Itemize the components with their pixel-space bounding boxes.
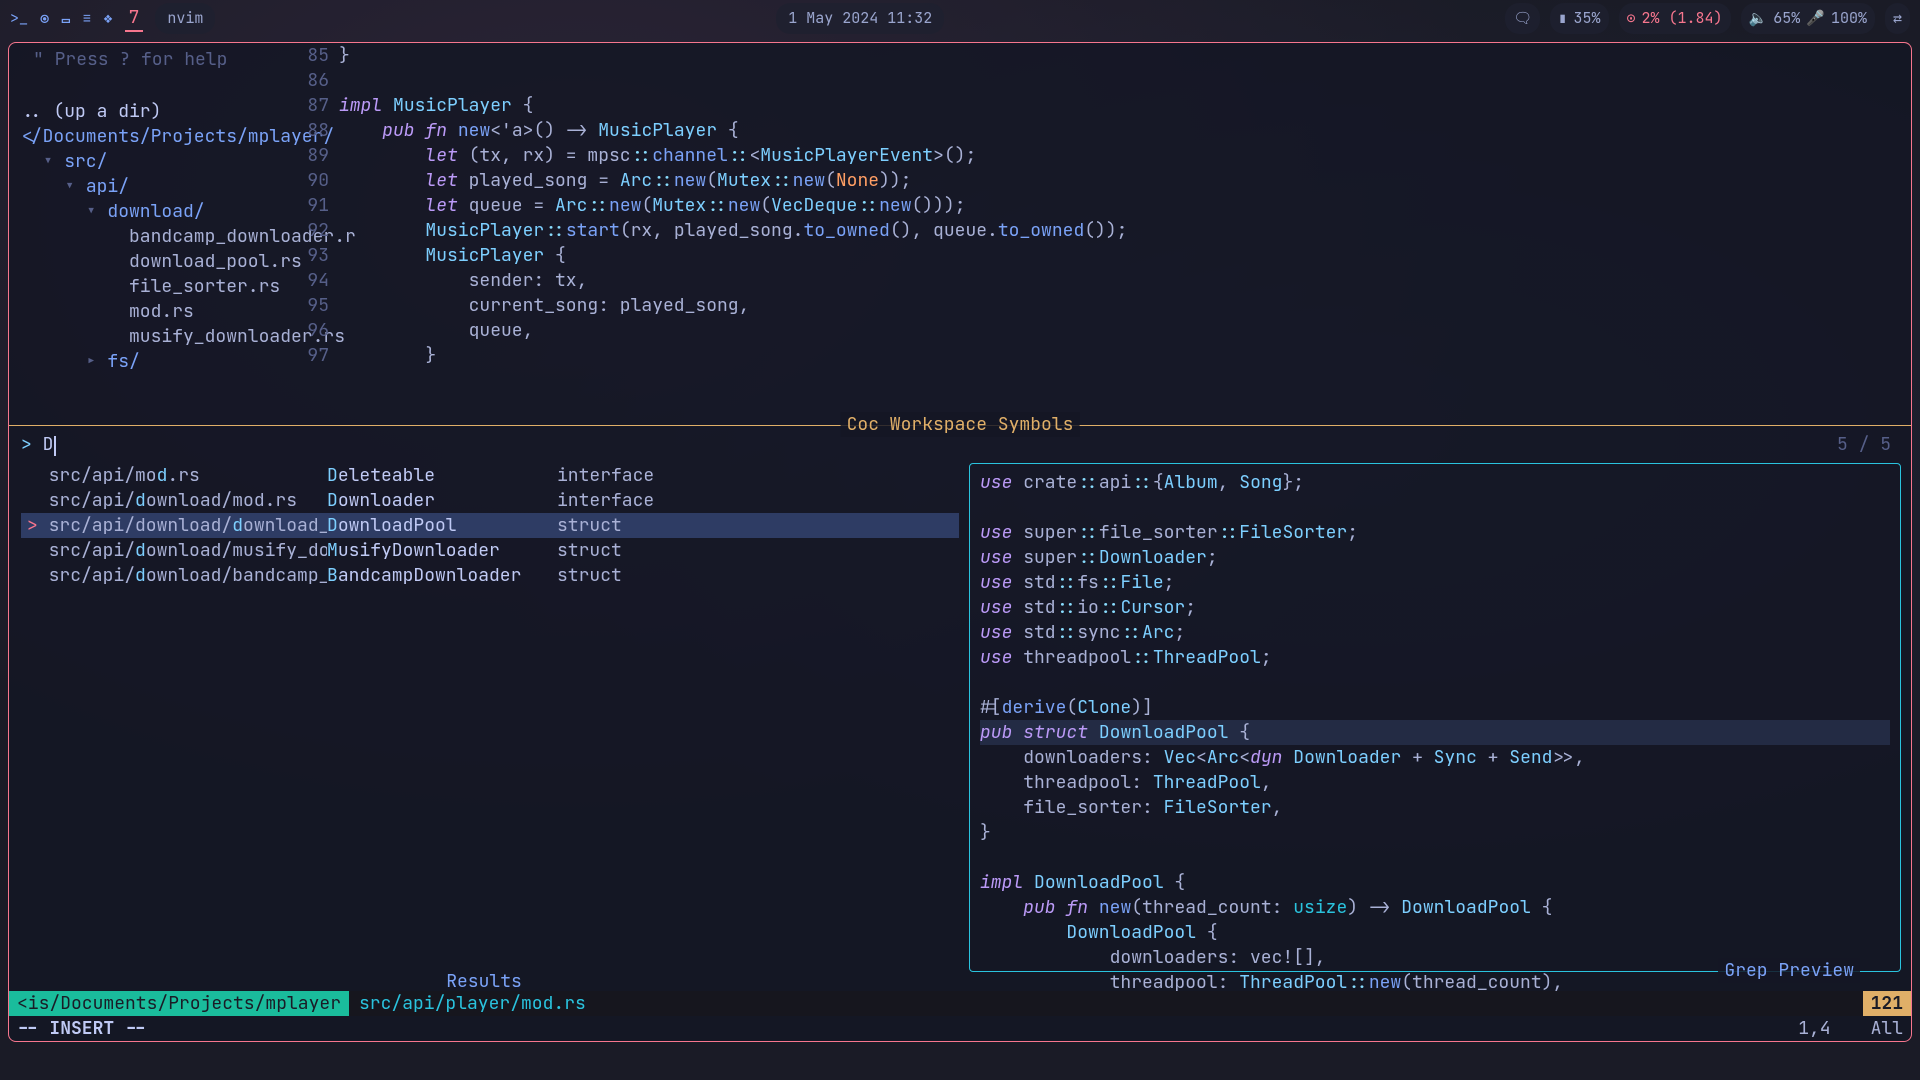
- code-line[interactable]: 92 MusicPlayer::start(rx, played_song.to…: [299, 218, 1911, 243]
- nvim-window: " Press ? for help .. (up a dir) </Docum…: [8, 42, 1912, 1042]
- code-line[interactable]: 85}: [299, 43, 1911, 68]
- code-line[interactable]: 96 queue,: [299, 318, 1911, 343]
- code-line[interactable]: 94 sender: tx,: [299, 268, 1911, 293]
- preview-line: use super::file_sorter::FileSorter;: [980, 520, 1890, 545]
- mode-line: -- INSERT -- 1,4 All: [9, 1016, 1911, 1041]
- preview-line: [980, 670, 1890, 695]
- tree-file[interactable]: musify_downloader.rs: [21, 324, 287, 349]
- code-line[interactable]: 91 let queue = Arc::new(Mutex::new(VecDe…: [299, 193, 1911, 218]
- code-line[interactable]: 97 }: [299, 343, 1911, 368]
- picker-row[interactable]: src/api/download/musify_downl…MusifyDown…: [21, 538, 959, 563]
- picker-prompt: >: [21, 432, 32, 457]
- picker-row[interactable]: src/api/download/mod.rsDownloaderinterfa…: [21, 488, 959, 513]
- preview-line: pub fn new(thread_count: usize) -> Downl…: [980, 895, 1890, 920]
- preview-line: #[derive(Clone)]: [980, 695, 1890, 720]
- preview-line: }: [980, 820, 1890, 845]
- tree-file[interactable]: mod.rs: [21, 299, 287, 324]
- battery-indicator: ▮ 35%: [1550, 3, 1608, 34]
- preview-line: impl DownloadPool {: [980, 870, 1890, 895]
- code-editor[interactable]: 85}8687impl MusicPlayer {88 pub fn new<'…: [299, 43, 1911, 363]
- preview-line: downloaders: Vec<Arc<dyn Downloader + Sy…: [980, 745, 1890, 770]
- volume-indicator: 🔈65% 🎤100%: [1741, 3, 1875, 34]
- preview-line: file_sorter: FileSorter,: [980, 795, 1890, 820]
- files-icon[interactable]: ≡: [82, 6, 91, 31]
- workspace-number[interactable]: 7: [125, 5, 144, 32]
- tree-up-dir[interactable]: .. (up a dir): [21, 99, 287, 124]
- discord-icon[interactable]: 🗨: [1505, 3, 1540, 34]
- code-line[interactable]: 87impl MusicPlayer {: [299, 93, 1911, 118]
- preview-line: use std::fs::File;: [980, 570, 1890, 595]
- tree-dir-api[interactable]: api/: [86, 175, 129, 198]
- picker-title: Coc Workspace Symbols: [841, 412, 1080, 437]
- status-file: src/api/player/mod.rs: [349, 991, 596, 1016]
- tree-file[interactable]: download_pool.rs: [21, 249, 287, 274]
- code-line[interactable]: 93 MusicPlayer {: [299, 243, 1911, 268]
- preview-line: use crate::api::{Album, Song};: [980, 470, 1890, 495]
- file-tree[interactable]: " Press ? for help .. (up a dir) </Docum…: [9, 43, 299, 363]
- code-line[interactable]: 89 let (tx, rx) = mpsc::channel::<MusicP…: [299, 143, 1911, 168]
- picker-results[interactable]: src/api/mod.rsDeleteableinterface src/ap…: [9, 463, 959, 982]
- symbol-picker: Coc Workspace Symbols > D 5 / 5 src/api/…: [9, 425, 1911, 985]
- cpu-indicator: ⊙ 2% (1.84): [1619, 3, 1731, 34]
- windows-icon[interactable]: ❖: [104, 6, 113, 31]
- datetime: 1 May 2024 11:32: [776, 3, 944, 34]
- tree-file[interactable]: file_sorter.rs: [21, 274, 287, 299]
- system-topbar: >_ ◉ ▭ ≡ ❖ 7 nvim 1 May 2024 11:32 🗨 ▮ 3…: [0, 0, 1920, 36]
- tree-dir-fs[interactable]: fs/: [107, 350, 139, 373]
- picker-row[interactable]: > src/api/download/download_poo…Download…: [21, 513, 959, 538]
- discord-workspace-icon[interactable]: ▭: [61, 6, 70, 31]
- preview-line: use threadpool::ThreadPool;: [980, 645, 1890, 670]
- code-line[interactable]: 86: [299, 68, 1911, 93]
- preview-line: threadpool: ThreadPool,: [980, 770, 1890, 795]
- preview-line: [980, 495, 1890, 520]
- mode-indicator: -- INSERT --: [17, 1016, 147, 1041]
- code-line[interactable]: 90 let played_song = Arc::new(Mutex::new…: [299, 168, 1911, 193]
- help-hint: " Press ? for help: [21, 45, 287, 74]
- preview-title: Grep Preview: [1718, 958, 1860, 983]
- preview-line: pub struct DownloadPool {: [980, 720, 1890, 745]
- preview-line: use super::Downloader;: [980, 545, 1890, 570]
- picker-row[interactable]: src/api/mod.rsDeleteableinterface: [21, 463, 959, 488]
- status-cwd: <is/Documents/Projects/mplayer: [9, 991, 349, 1016]
- tree-root[interactable]: </Documents/Projects/mplayer/: [21, 124, 287, 149]
- app-name-pill: nvim: [155, 3, 215, 34]
- firefox-icon[interactable]: ◉: [40, 6, 49, 31]
- preview-line: [980, 845, 1890, 870]
- cursor-position: 1,4: [1798, 1016, 1830, 1041]
- code-line[interactable]: 88 pub fn new<'a>() -> MusicPlayer {: [299, 118, 1911, 143]
- preview-line: use std::io::Cursor;: [980, 595, 1890, 620]
- preview-line: use std::sync::Arc;: [980, 620, 1890, 645]
- tree-dir-download[interactable]: download/: [107, 200, 204, 223]
- tree-file[interactable]: bandcamp_downloader.r: [21, 224, 287, 249]
- status-line: <is/Documents/Projects/mplayer src/api/p…: [9, 991, 1911, 1016]
- grep-preview: use crate::api::{Album, Song}; use super…: [969, 463, 1901, 972]
- picker-query-input[interactable]: D: [43, 432, 57, 457]
- settings-icon[interactable]: ⇄: [1885, 3, 1910, 34]
- status-column: 121: [1863, 991, 1911, 1016]
- picker-row[interactable]: src/api/download/bandcamp_dow…BandcampDo…: [21, 563, 959, 588]
- picker-count: 5 / 5: [1837, 432, 1899, 457]
- preview-line: DownloadPool {: [980, 920, 1890, 945]
- scroll-position: All: [1871, 1016, 1903, 1041]
- code-line[interactable]: 95 current_song: played_song,: [299, 293, 1911, 318]
- terminal-icon[interactable]: >_: [10, 6, 28, 31]
- tree-dir-src[interactable]: src/: [64, 150, 107, 173]
